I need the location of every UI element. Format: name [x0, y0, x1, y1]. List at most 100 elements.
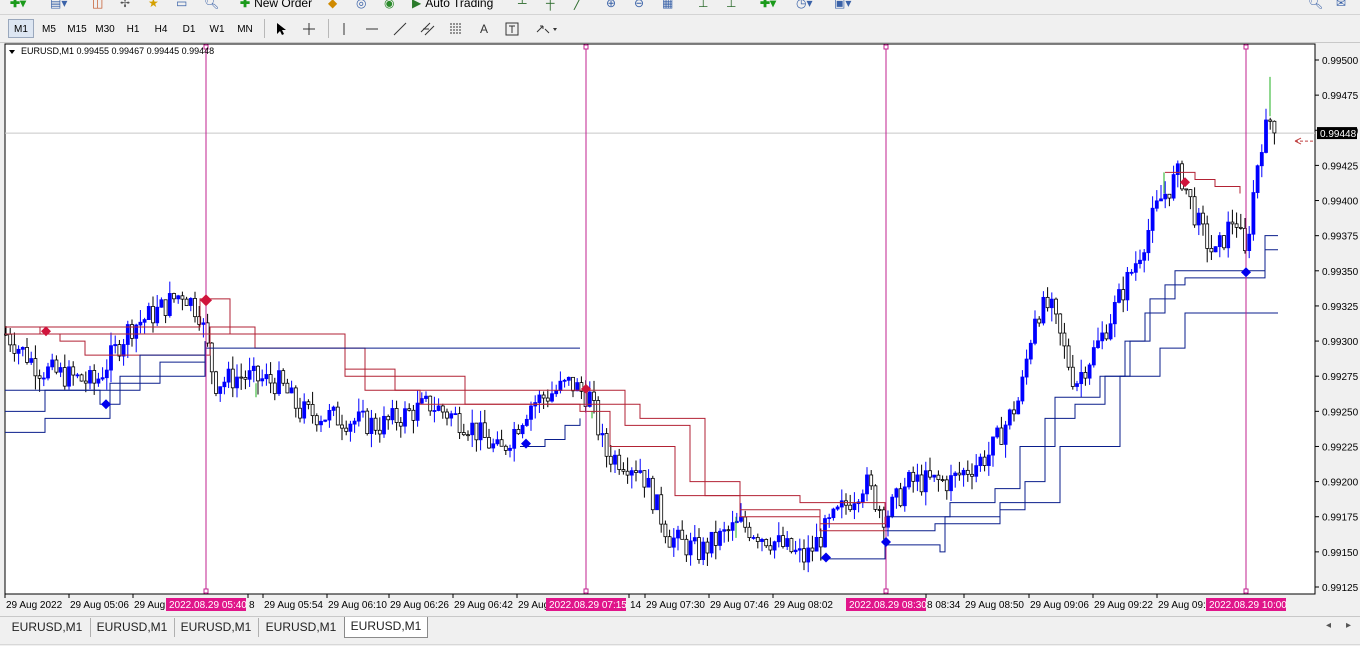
candle-body: [1016, 400, 1021, 415]
candle-body: [419, 398, 424, 404]
timeframe-m30-button[interactable]: M30: [92, 19, 118, 38]
candle-body: [835, 506, 840, 510]
candle-body: [226, 368, 231, 383]
periods-icon[interactable]: ◷▾: [796, 0, 813, 12]
search-icon[interactable]: 🔍︎: [1308, 0, 1323, 12]
price-chart[interactable]: 0.995000.994750.994500.994250.994000.993…: [0, 43, 1360, 616]
tab-eurusd-m1[interactable]: EURUSD,M1: [4, 618, 91, 637]
tab-scroll-right-icon[interactable]: ▸: [1346, 620, 1351, 631]
new-chart-icon[interactable]: ✚▾: [10, 0, 26, 12]
market-icon[interactable]: ◉: [384, 0, 394, 12]
candle-body: [167, 293, 172, 316]
candle-body: [1091, 347, 1096, 366]
candle-body: [608, 455, 613, 465]
y-axis-label: 0.99150: [1322, 548, 1359, 559]
scroll-chart-icon[interactable]: ⊥: [698, 0, 708, 12]
timeframe-h4-button[interactable]: H4: [148, 19, 174, 38]
tester-icon[interactable]: 🔍︎: [204, 0, 219, 12]
marker-handle[interactable]: [883, 588, 889, 594]
timeframe-m5-button[interactable]: M5: [36, 19, 62, 38]
candle-body: [974, 465, 979, 477]
candle-body: [642, 470, 647, 488]
auto-trading-button[interactable]: ▶ Auto Trading: [412, 0, 493, 12]
bar-chart-icon[interactable]: ┴: [518, 0, 527, 12]
candle-body: [1146, 230, 1151, 254]
tab-eurusd-m1[interactable]: EURUSD,M1: [90, 618, 175, 637]
candle-body: [109, 345, 113, 371]
zoom-out-icon[interactable]: ⊖: [634, 0, 644, 12]
candle-body: [92, 370, 97, 384]
new-order-button[interactable]: ✚ New Order: [240, 0, 312, 12]
candle-body: [797, 548, 802, 551]
tab-eurusd-m1[interactable]: EURUSD,M1: [258, 618, 345, 637]
candle-body: [953, 472, 958, 477]
text-label-icon[interactable]: [501, 19, 523, 38]
candle-body: [340, 424, 344, 429]
candle-body: [928, 470, 932, 478]
timeframe-m15-button[interactable]: M15: [64, 19, 90, 38]
equidistant-channel-icon[interactable]: [417, 19, 439, 38]
candle-body: [751, 537, 756, 539]
tile-windows-icon[interactable]: ▦: [662, 0, 673, 12]
candle-body: [390, 408, 395, 421]
indicators-icon[interactable]: ✚▾: [760, 0, 776, 12]
profiles-icon[interactable]: ▤▾: [50, 0, 67, 12]
marker-handle[interactable]: [203, 588, 209, 594]
crosshair-icon[interactable]: [298, 19, 320, 38]
marker-handle[interactable]: [583, 44, 589, 50]
candle-body: [209, 342, 214, 373]
timeframe-h1-button[interactable]: H1: [120, 19, 146, 38]
candle-body: [478, 422, 483, 441]
candle-body: [344, 427, 349, 432]
text-icon[interactable]: A: [473, 19, 495, 38]
arrows-dropdown-icon[interactable]: [532, 19, 562, 38]
candle-body: [970, 473, 974, 477]
terminal-icon[interactable]: ▭: [176, 0, 187, 12]
timeframe-mn-button[interactable]: MN: [232, 19, 258, 38]
x-axis-label: 14: [630, 600, 642, 611]
candle-body: [285, 382, 290, 394]
signals-icon[interactable]: ◎: [356, 0, 366, 12]
cursor-icon[interactable]: [270, 19, 292, 38]
y-axis-label: 0.99125: [1322, 583, 1359, 594]
templates-icon[interactable]: ▣▾: [834, 0, 851, 12]
fibonacci-icon[interactable]: [445, 19, 467, 38]
trendline-icon[interactable]: [389, 19, 411, 38]
y-axis-label: 0.99375: [1322, 232, 1359, 243]
timeframe-d1-button[interactable]: D1: [176, 19, 202, 38]
x-axis-label: 29 Aug 2022: [6, 600, 63, 611]
timeframe-m1-button[interactable]: M1: [8, 19, 34, 38]
tab-scroll-left-icon[interactable]: ◂: [1326, 620, 1331, 631]
horizontal-line-icon[interactable]: [361, 19, 383, 38]
x-axis-label: 29 Aug 09:06: [1030, 600, 1089, 611]
candle-body: [193, 298, 197, 318]
zoom-in-icon[interactable]: ⊕: [606, 0, 616, 12]
metaeditor-icon[interactable]: ◆: [328, 0, 337, 12]
chart-shift-icon[interactable]: ⊥: [726, 0, 736, 12]
vertical-line-icon[interactable]: [333, 19, 355, 38]
candle-body: [356, 411, 361, 422]
separator: [328, 19, 329, 38]
marker-handle[interactable]: [1243, 588, 1249, 594]
line-chart-icon[interactable]: ╱: [574, 0, 581, 12]
candle-body: [403, 408, 407, 427]
candles-icon[interactable]: ┼: [546, 0, 555, 12]
navigator-icon[interactable]: ✢: [120, 0, 130, 12]
marker-handle[interactable]: [1243, 44, 1249, 50]
chat-icon[interactable]: ✉: [1336, 0, 1346, 12]
candle-body: [243, 377, 248, 380]
market-watch-icon[interactable]: ◫: [92, 0, 103, 12]
candle-body: [268, 374, 273, 384]
candle-body: [663, 523, 668, 538]
candle-body: [638, 470, 643, 473]
timeframe-w1-button[interactable]: W1: [204, 19, 230, 38]
candle-body: [466, 434, 470, 437]
marker-handle[interactable]: [883, 44, 889, 50]
tab-eurusd-m1[interactable]: EURUSD,M1: [344, 617, 428, 638]
marker-handle[interactable]: [583, 588, 589, 594]
tab-eurusd-m1[interactable]: EURUSD,M1: [174, 618, 259, 637]
y-axis-label: 0.99250: [1322, 407, 1359, 418]
candle-body: [986, 454, 991, 466]
candle-body: [1096, 340, 1100, 348]
favorites-icon[interactable]: ★: [148, 0, 159, 12]
